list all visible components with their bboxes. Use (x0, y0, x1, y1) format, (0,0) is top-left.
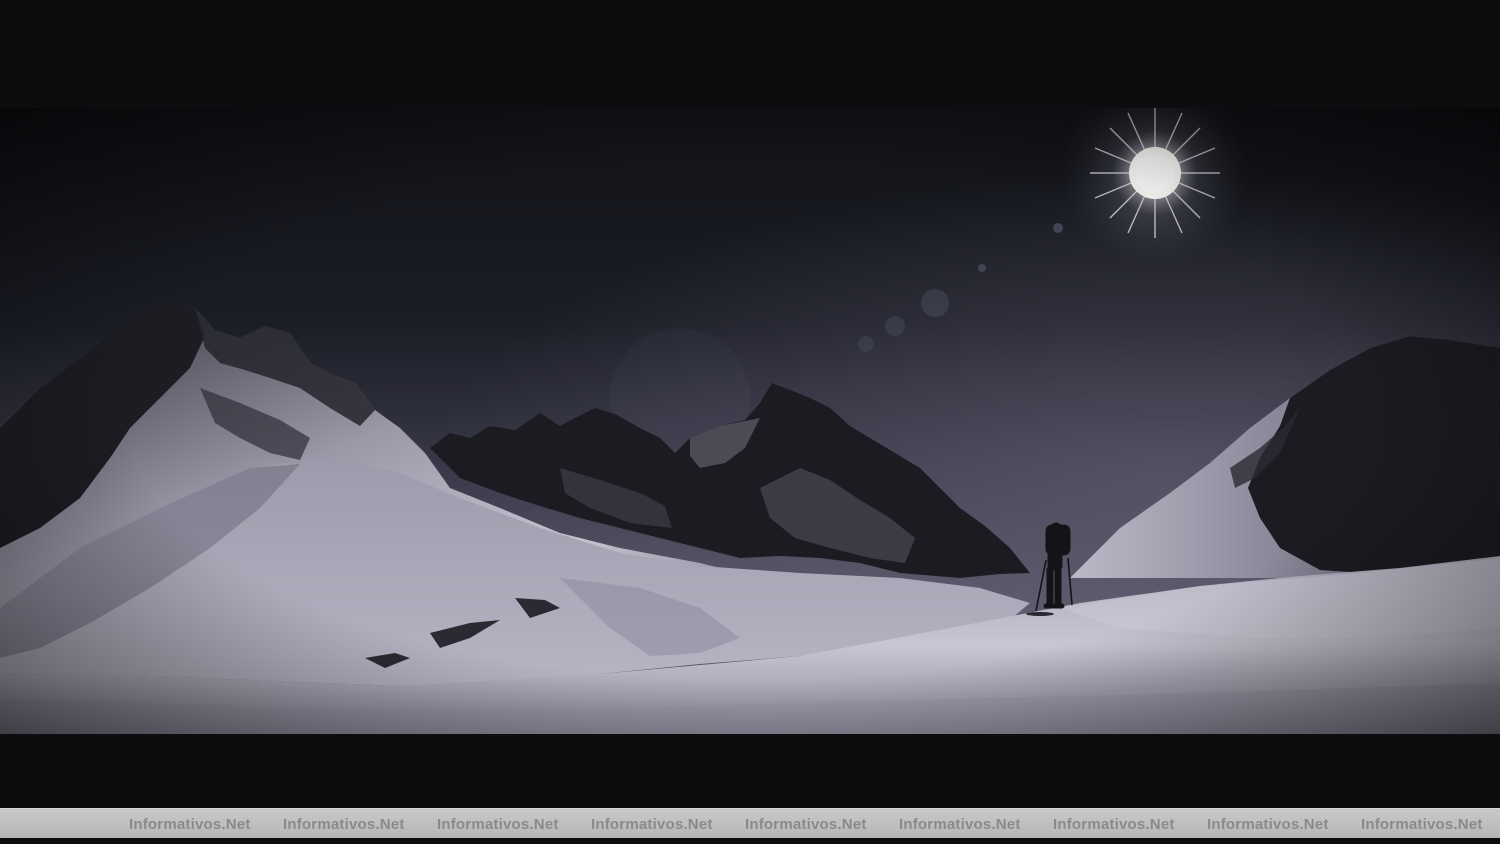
watermark-text: Informativos.Net (1207, 816, 1329, 833)
watermark-text: Informativos.Net (437, 816, 559, 833)
letterbox-frame: Informativos.Net Informativos.Net Inform… (0, 0, 1500, 844)
vignette (0, 108, 1500, 734)
watermark-text: Informativos.Net (1361, 816, 1483, 833)
watermark-text: Informativos.Net (745, 816, 867, 833)
watermark-text: Informativos.Net (129, 816, 251, 833)
watermark-strip: Informativos.Net Informativos.Net Inform… (0, 809, 1500, 839)
watermark-text: Informativos.Net (899, 816, 1021, 833)
mountain-photo (0, 108, 1500, 734)
watermark-text: Informativos.Net (1053, 816, 1175, 833)
watermark-text: Informativos.Net (283, 816, 405, 833)
watermark-text: Informativos.Net (591, 816, 713, 833)
watermark-bar: Informativos.Net Informativos.Net Inform… (0, 808, 1500, 839)
bottom-letterbox (0, 838, 1500, 844)
mountain-scene (0, 108, 1500, 734)
